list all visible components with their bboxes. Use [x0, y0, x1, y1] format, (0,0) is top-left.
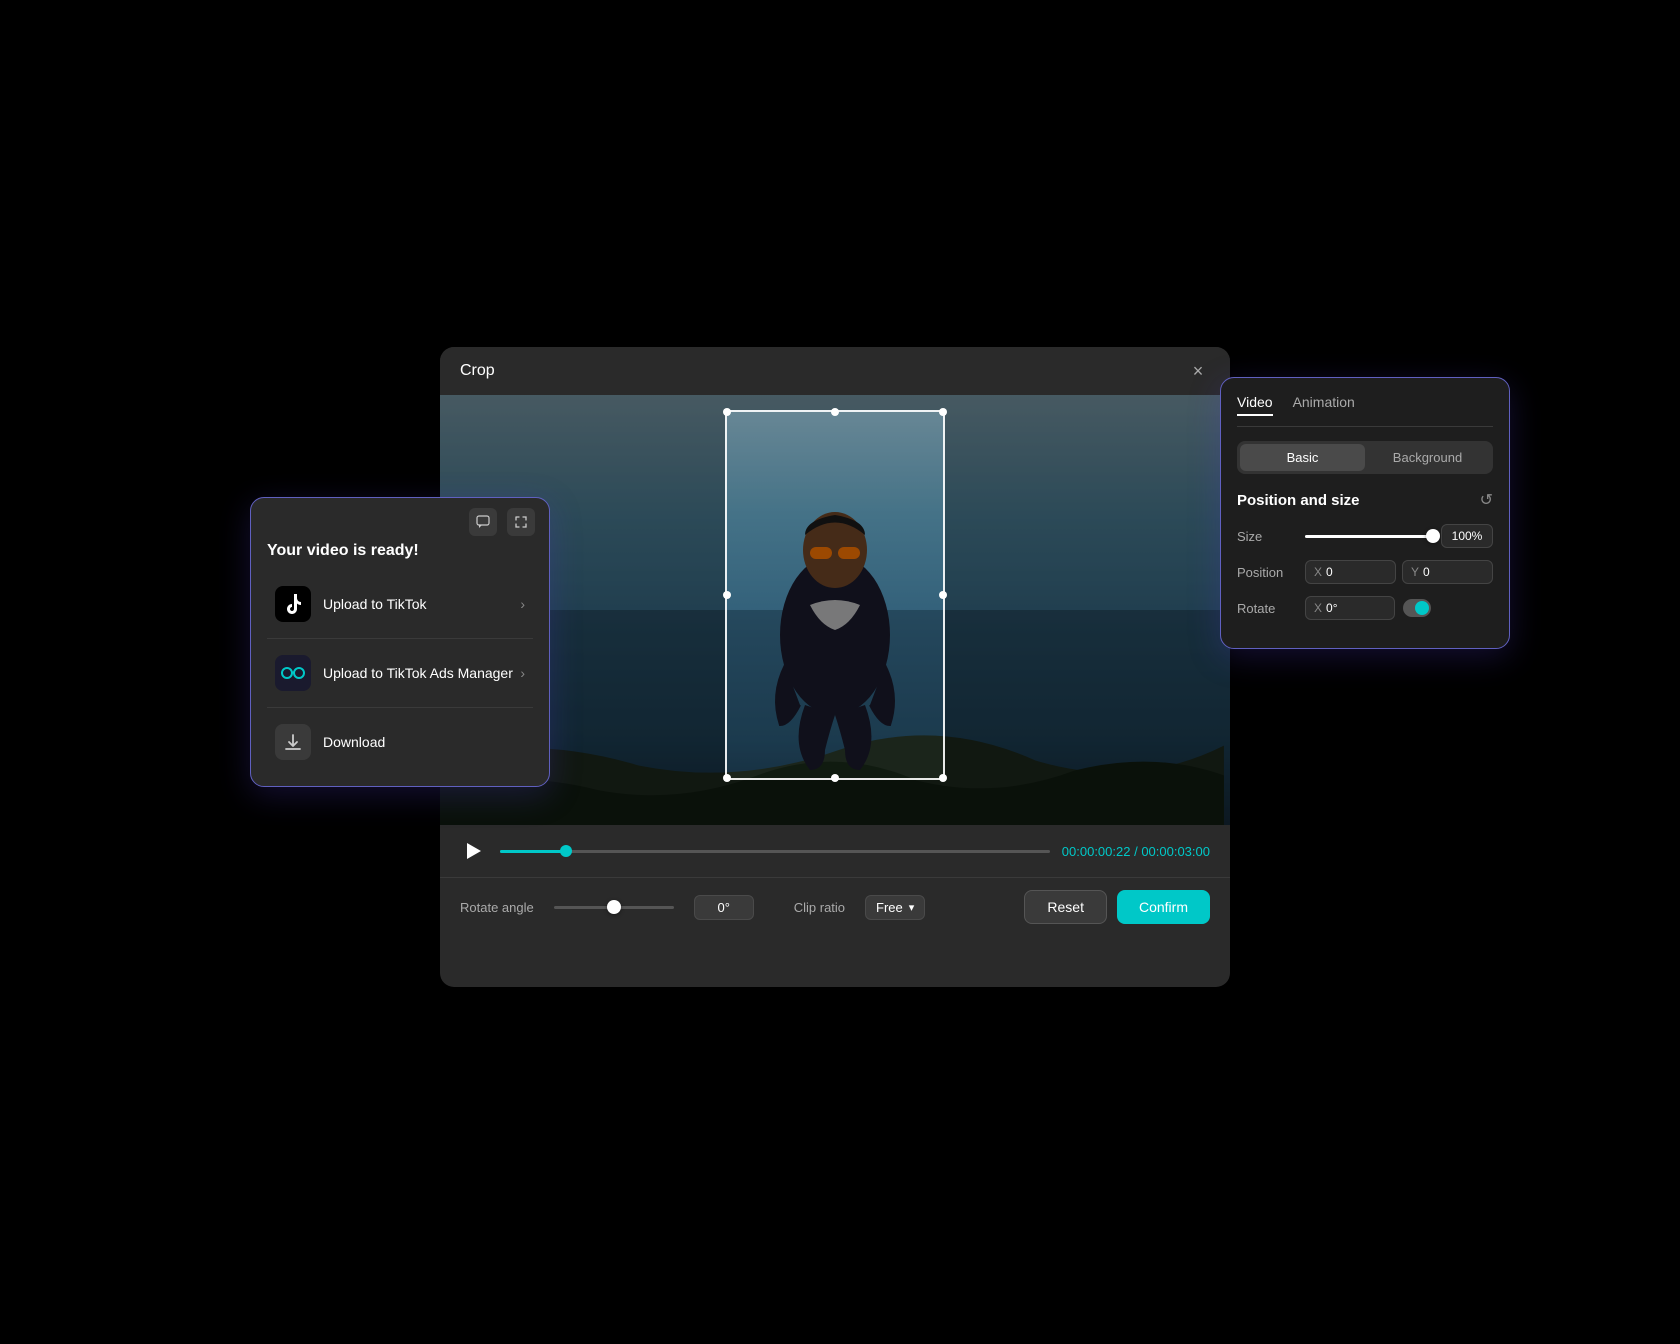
tiktok-icon: [275, 586, 311, 622]
tiktok-upload-label: Upload to TikTok: [323, 596, 427, 612]
size-slider-fill: [1305, 535, 1433, 538]
position-x-field[interactable]: X 0: [1305, 560, 1396, 584]
position-row: Position X 0 Y 0: [1237, 560, 1493, 584]
section-title: Position and size: [1237, 492, 1360, 509]
clip-ratio-select[interactable]: Free ▾: [865, 895, 925, 920]
mode-buttons: Basic Background: [1237, 441, 1493, 474]
expand-icon-button[interactable]: [507, 508, 535, 536]
crop-handle-middle-left[interactable]: [723, 591, 731, 599]
tiktok-ads-arrow-icon: ›: [520, 665, 525, 681]
divider-1: [267, 638, 533, 639]
time-total: 00:00:03:00: [1141, 844, 1210, 859]
crop-handle-top-middle[interactable]: [831, 408, 839, 416]
rotate-slider-container: [554, 906, 674, 909]
expand-icon: [514, 515, 528, 529]
export-panel: Your video is ready! Upload to TikTok › …: [250, 497, 550, 787]
position-y-label: Y: [1411, 565, 1419, 579]
rotate-slider-thumb[interactable]: [607, 900, 621, 914]
upload-tiktok-ads-item[interactable]: Upload to TikTok Ads Manager ›: [259, 643, 541, 703]
tiktok-logo: [283, 594, 303, 614]
crop-handle-top-right[interactable]: [939, 408, 947, 416]
crop-preview-area: [440, 395, 1230, 825]
rotate-label: Rotate: [1237, 601, 1297, 616]
export-header: [251, 498, 549, 542]
play-icon: [467, 843, 481, 859]
crop-handle-bottom-left[interactable]: [723, 774, 731, 782]
divider-2: [267, 707, 533, 708]
mode-background-button[interactable]: Background: [1365, 444, 1490, 471]
rotate-x-value: 0°: [1326, 601, 1337, 615]
section-header: Position and size ↺: [1237, 490, 1493, 510]
tiktok-ads-upload-label: Upload to TikTok Ads Manager: [323, 665, 513, 681]
size-row: Size 100%: [1237, 524, 1493, 548]
close-button[interactable]: ×: [1186, 359, 1210, 383]
timeline-track[interactable]: [500, 850, 1050, 853]
rotate-row: Rotate X 0°: [1237, 596, 1493, 620]
position-y-field[interactable]: Y 0: [1402, 560, 1493, 584]
clip-ratio-value: Free: [876, 900, 903, 915]
size-value: 100%: [1441, 524, 1493, 548]
position-x-value: 0: [1326, 565, 1333, 579]
clip-ratio-label: Clip ratio: [794, 900, 845, 915]
upload-tiktok-item[interactable]: Upload to TikTok ›: [259, 574, 541, 634]
position-x-label: X: [1314, 565, 1322, 579]
crop-header: Crop ×: [440, 347, 1230, 395]
mode-basic-button[interactable]: Basic: [1240, 444, 1365, 471]
confirm-button[interactable]: Confirm: [1117, 890, 1210, 924]
chevron-down-icon: ▾: [909, 901, 915, 914]
download-item[interactable]: Download: [259, 712, 541, 772]
rotate-angle-label: Rotate angle: [460, 900, 534, 915]
crop-handle-bottom-middle[interactable]: [831, 774, 839, 782]
rotate-slider-track[interactable]: [554, 906, 674, 909]
tab-animation[interactable]: Animation: [1293, 394, 1355, 416]
time-current: 00:00:00:22: [1062, 844, 1131, 859]
rotate-toggle[interactable]: [1403, 599, 1431, 617]
rotate-x-label: X: [1314, 601, 1322, 615]
tab-video[interactable]: Video: [1237, 394, 1273, 416]
props-tabs: Video Animation: [1237, 394, 1493, 427]
tiktok-ads-logo: [281, 663, 305, 683]
reset-button[interactable]: Reset: [1024, 890, 1107, 924]
time-display: 00:00:00:22 / 00:00:03:00: [1062, 844, 1210, 859]
size-label: Size: [1237, 529, 1297, 544]
rotate-x-field[interactable]: X 0°: [1305, 596, 1395, 620]
crop-handle-middle-right[interactable]: [939, 591, 947, 599]
crop-handle-bottom-right[interactable]: [939, 774, 947, 782]
crop-handle-top-left[interactable]: [723, 408, 731, 416]
crop-box[interactable]: [725, 410, 945, 780]
download-icon: [283, 732, 303, 752]
tiktok-ads-icon: [275, 655, 311, 691]
crop-footer: Rotate angle Clip ratio Free ▾ Reset Con…: [440, 877, 1230, 936]
comment-icon-button[interactable]: [469, 508, 497, 536]
position-y-value: 0: [1423, 565, 1430, 579]
crop-title: Crop: [460, 362, 495, 380]
angle-input[interactable]: [694, 895, 754, 920]
reset-section-icon[interactable]: ↺: [1480, 490, 1493, 510]
export-title: Your video is ready!: [251, 542, 549, 574]
download-label: Download: [323, 734, 385, 750]
size-slider[interactable]: [1305, 535, 1433, 538]
comment-icon: [476, 515, 490, 529]
properties-panel: Video Animation Basic Background Positio…: [1220, 377, 1510, 649]
size-slider-thumb[interactable]: [1426, 529, 1440, 543]
playback-bar: 00:00:00:22 / 00:00:03:00: [440, 825, 1230, 877]
footer-buttons: Reset Confirm: [1024, 890, 1210, 924]
download-icon-wrap: [275, 724, 311, 760]
play-button[interactable]: [460, 837, 488, 865]
timeline-thumb[interactable]: [560, 845, 572, 857]
tiktok-arrow-icon: ›: [520, 596, 525, 612]
position-label: Position: [1237, 565, 1297, 580]
position-xy: X 0 Y 0: [1305, 560, 1493, 584]
timeline-progress: [500, 850, 566, 853]
crop-dialog: Crop ×: [440, 347, 1230, 987]
